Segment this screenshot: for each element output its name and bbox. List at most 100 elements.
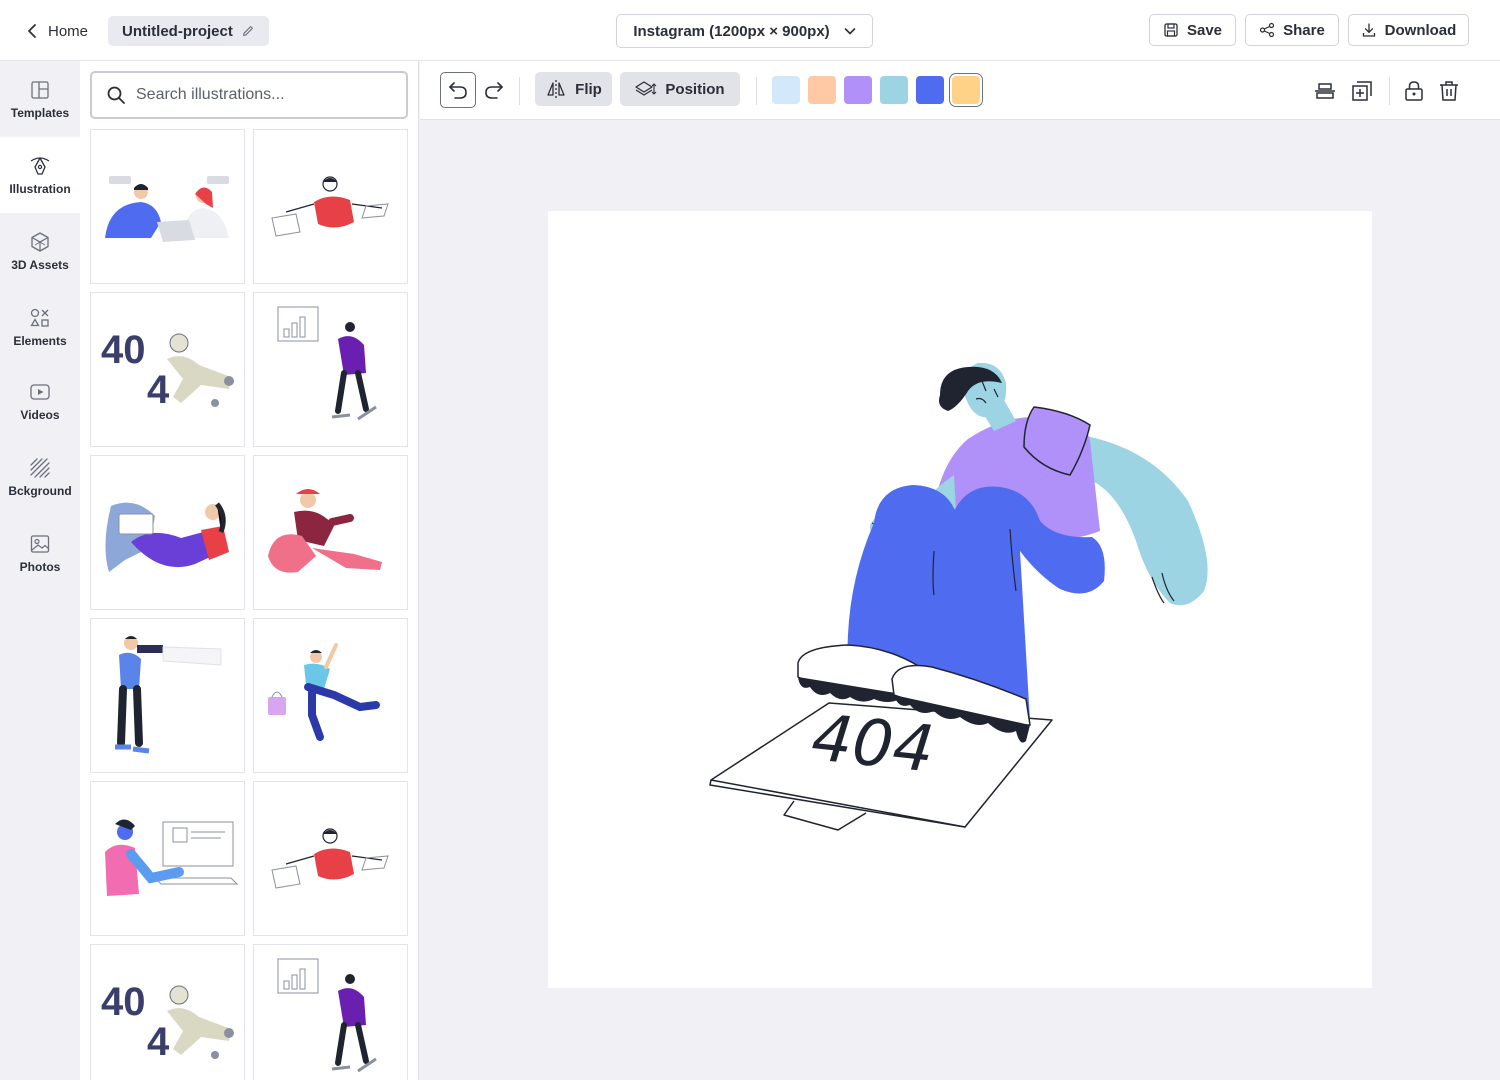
illustration-reclining <box>105 502 229 572</box>
videos-icon <box>30 383 50 400</box>
search-box[interactable] <box>90 71 408 119</box>
elements-icon <box>30 308 49 327</box>
svg-text:40: 40 <box>101 328 146 372</box>
project-name-label: Untitled-project <box>122 22 233 40</box>
flip-icon <box>547 80 565 98</box>
download-label: Download <box>1384 21 1457 39</box>
photos-icon <box>30 534 50 553</box>
nav-label-illustration: Illustration <box>9 181 71 196</box>
position-label: Position <box>665 80 725 98</box>
chevron-down-icon <box>844 28 855 35</box>
illustration-tile-reaching-2[interactable] <box>253 781 408 936</box>
layers-icon <box>635 81 657 96</box>
color-swatch[interactable] <box>916 76 944 104</box>
color-swatch[interactable] <box>808 76 836 104</box>
save-icon <box>1164 23 1178 37</box>
home-label: Home <box>48 22 89 40</box>
nav-item-videos[interactable]: Videos <box>0 363 80 439</box>
toolbar-divider <box>756 77 757 105</box>
redo-button[interactable] <box>476 72 512 108</box>
illustration-laptop-worker <box>105 819 239 896</box>
undo-button[interactable] <box>440 72 476 108</box>
illustration-meeting <box>105 176 229 242</box>
align-center-icon <box>1315 83 1335 99</box>
illustration-presenter <box>277 306 377 421</box>
align-center-button[interactable] <box>1310 77 1340 105</box>
nav-item-illustration[interactable]: Illustration <box>0 137 80 213</box>
nav-item-3d-assets[interactable]: 3D Assets <box>0 213 80 289</box>
lock-button[interactable] <box>1399 77 1429 105</box>
home-button[interactable]: Home <box>24 18 88 44</box>
delete-button[interactable] <box>1434 77 1464 105</box>
lock-icon <box>1405 81 1423 101</box>
illustration-404-astronaut-2: 40 4 <box>101 980 234 1064</box>
illustration-tile-presenter-2[interactable] <box>253 944 408 1080</box>
nav-item-elements[interactable]: Elements <box>0 289 80 365</box>
color-swatch[interactable] <box>880 76 908 104</box>
nav-label-photos: Photos <box>19 559 61 574</box>
nav-item-templates[interactable]: Templates <box>0 61 80 137</box>
illustration-tile-running-shopper[interactable] <box>253 618 408 773</box>
search-icon <box>107 86 125 104</box>
illustration-tile-binoculars[interactable] <box>90 618 245 773</box>
pencil-icon <box>242 26 253 36</box>
position-button[interactable]: Position <box>620 72 740 106</box>
canvas-workspace[interactable]: 404 <box>420 120 1500 1080</box>
illustrations-panel: 40 4 <box>80 61 419 1080</box>
illustration-tile-stretching[interactable] <box>253 455 408 610</box>
toolbar-divider <box>1389 77 1390 105</box>
illustration-404-sitting[interactable]: 404 <box>548 211 1372 988</box>
trash-icon <box>1440 81 1458 101</box>
illustration-presenter-2 <box>277 958 377 1073</box>
download-button[interactable]: Download <box>1348 14 1469 46</box>
save-button[interactable]: Save <box>1149 14 1236 46</box>
background-icon <box>30 457 50 478</box>
flip-button[interactable]: Flip <box>535 72 612 106</box>
color-swatch[interactable] <box>772 76 800 104</box>
canvas-size-dropdown[interactable]: Instagram (1200px × 900px) <box>616 14 873 48</box>
illustration-reaching-2 <box>271 828 389 889</box>
nav-label-videos: Videos <box>20 407 60 422</box>
3d-assets-icon <box>31 231 49 252</box>
illustration-tile-404-astronaut-2[interactable]: 40 4 <box>90 944 245 1080</box>
project-name[interactable]: Untitled-project <box>108 16 269 46</box>
nav-label-3d-assets: 3D Assets <box>11 257 69 272</box>
left-nav: Templates Illustration 3D Assets Element… <box>0 61 80 1080</box>
share-label: Share <box>1283 21 1325 39</box>
search-input[interactable] <box>136 86 386 104</box>
canvas-size-label: Instagram (1200px × 900px) <box>633 22 830 40</box>
duplicate-button[interactable] <box>1347 77 1377 105</box>
color-swatch[interactable] <box>844 76 872 104</box>
artboard[interactable]: 404 <box>548 211 1372 988</box>
toolbar-divider <box>519 77 520 105</box>
top-bar: Home Untitled-project Instagram (1200px … <box>0 0 1500 61</box>
share-button[interactable]: Share <box>1245 14 1339 46</box>
download-icon <box>1362 23 1375 37</box>
sign-404-text: 404 <box>808 701 937 787</box>
save-label: Save <box>1186 21 1223 39</box>
svg-text:40: 40 <box>101 980 146 1024</box>
nav-label-elements: Elements <box>13 333 67 348</box>
chevron-left-icon <box>28 24 36 38</box>
flip-label: Flip <box>575 80 602 98</box>
illustration-tile-reaching[interactable] <box>253 129 408 284</box>
share-icon <box>1260 22 1275 38</box>
templates-icon <box>31 80 49 99</box>
illustration-tile-meeting[interactable] <box>90 129 245 284</box>
nav-item-background[interactable]: Bckground <box>0 439 80 515</box>
svg-text:4: 4 <box>147 368 170 412</box>
nav-label-background: Bckground <box>8 483 72 498</box>
undo-icon <box>449 82 467 99</box>
illustration-icon <box>30 156 50 175</box>
color-swatch-selected[interactable] <box>952 76 980 104</box>
illustration-tile-reclining[interactable] <box>90 455 245 610</box>
nav-label-templates: Templates <box>10 105 70 120</box>
editor-toolbar: Flip Position <box>420 61 1500 120</box>
illustration-tile-404-astronaut[interactable]: 40 4 <box>90 292 245 447</box>
illustration-running-shopper <box>268 643 380 741</box>
illustration-tile-presenter[interactable] <box>253 292 408 447</box>
duplicate-icon <box>1352 81 1372 101</box>
illustration-tile-laptop-worker[interactable] <box>90 781 245 936</box>
nav-item-photos[interactable]: Photos <box>0 515 80 591</box>
illustration-reaching <box>271 176 389 237</box>
